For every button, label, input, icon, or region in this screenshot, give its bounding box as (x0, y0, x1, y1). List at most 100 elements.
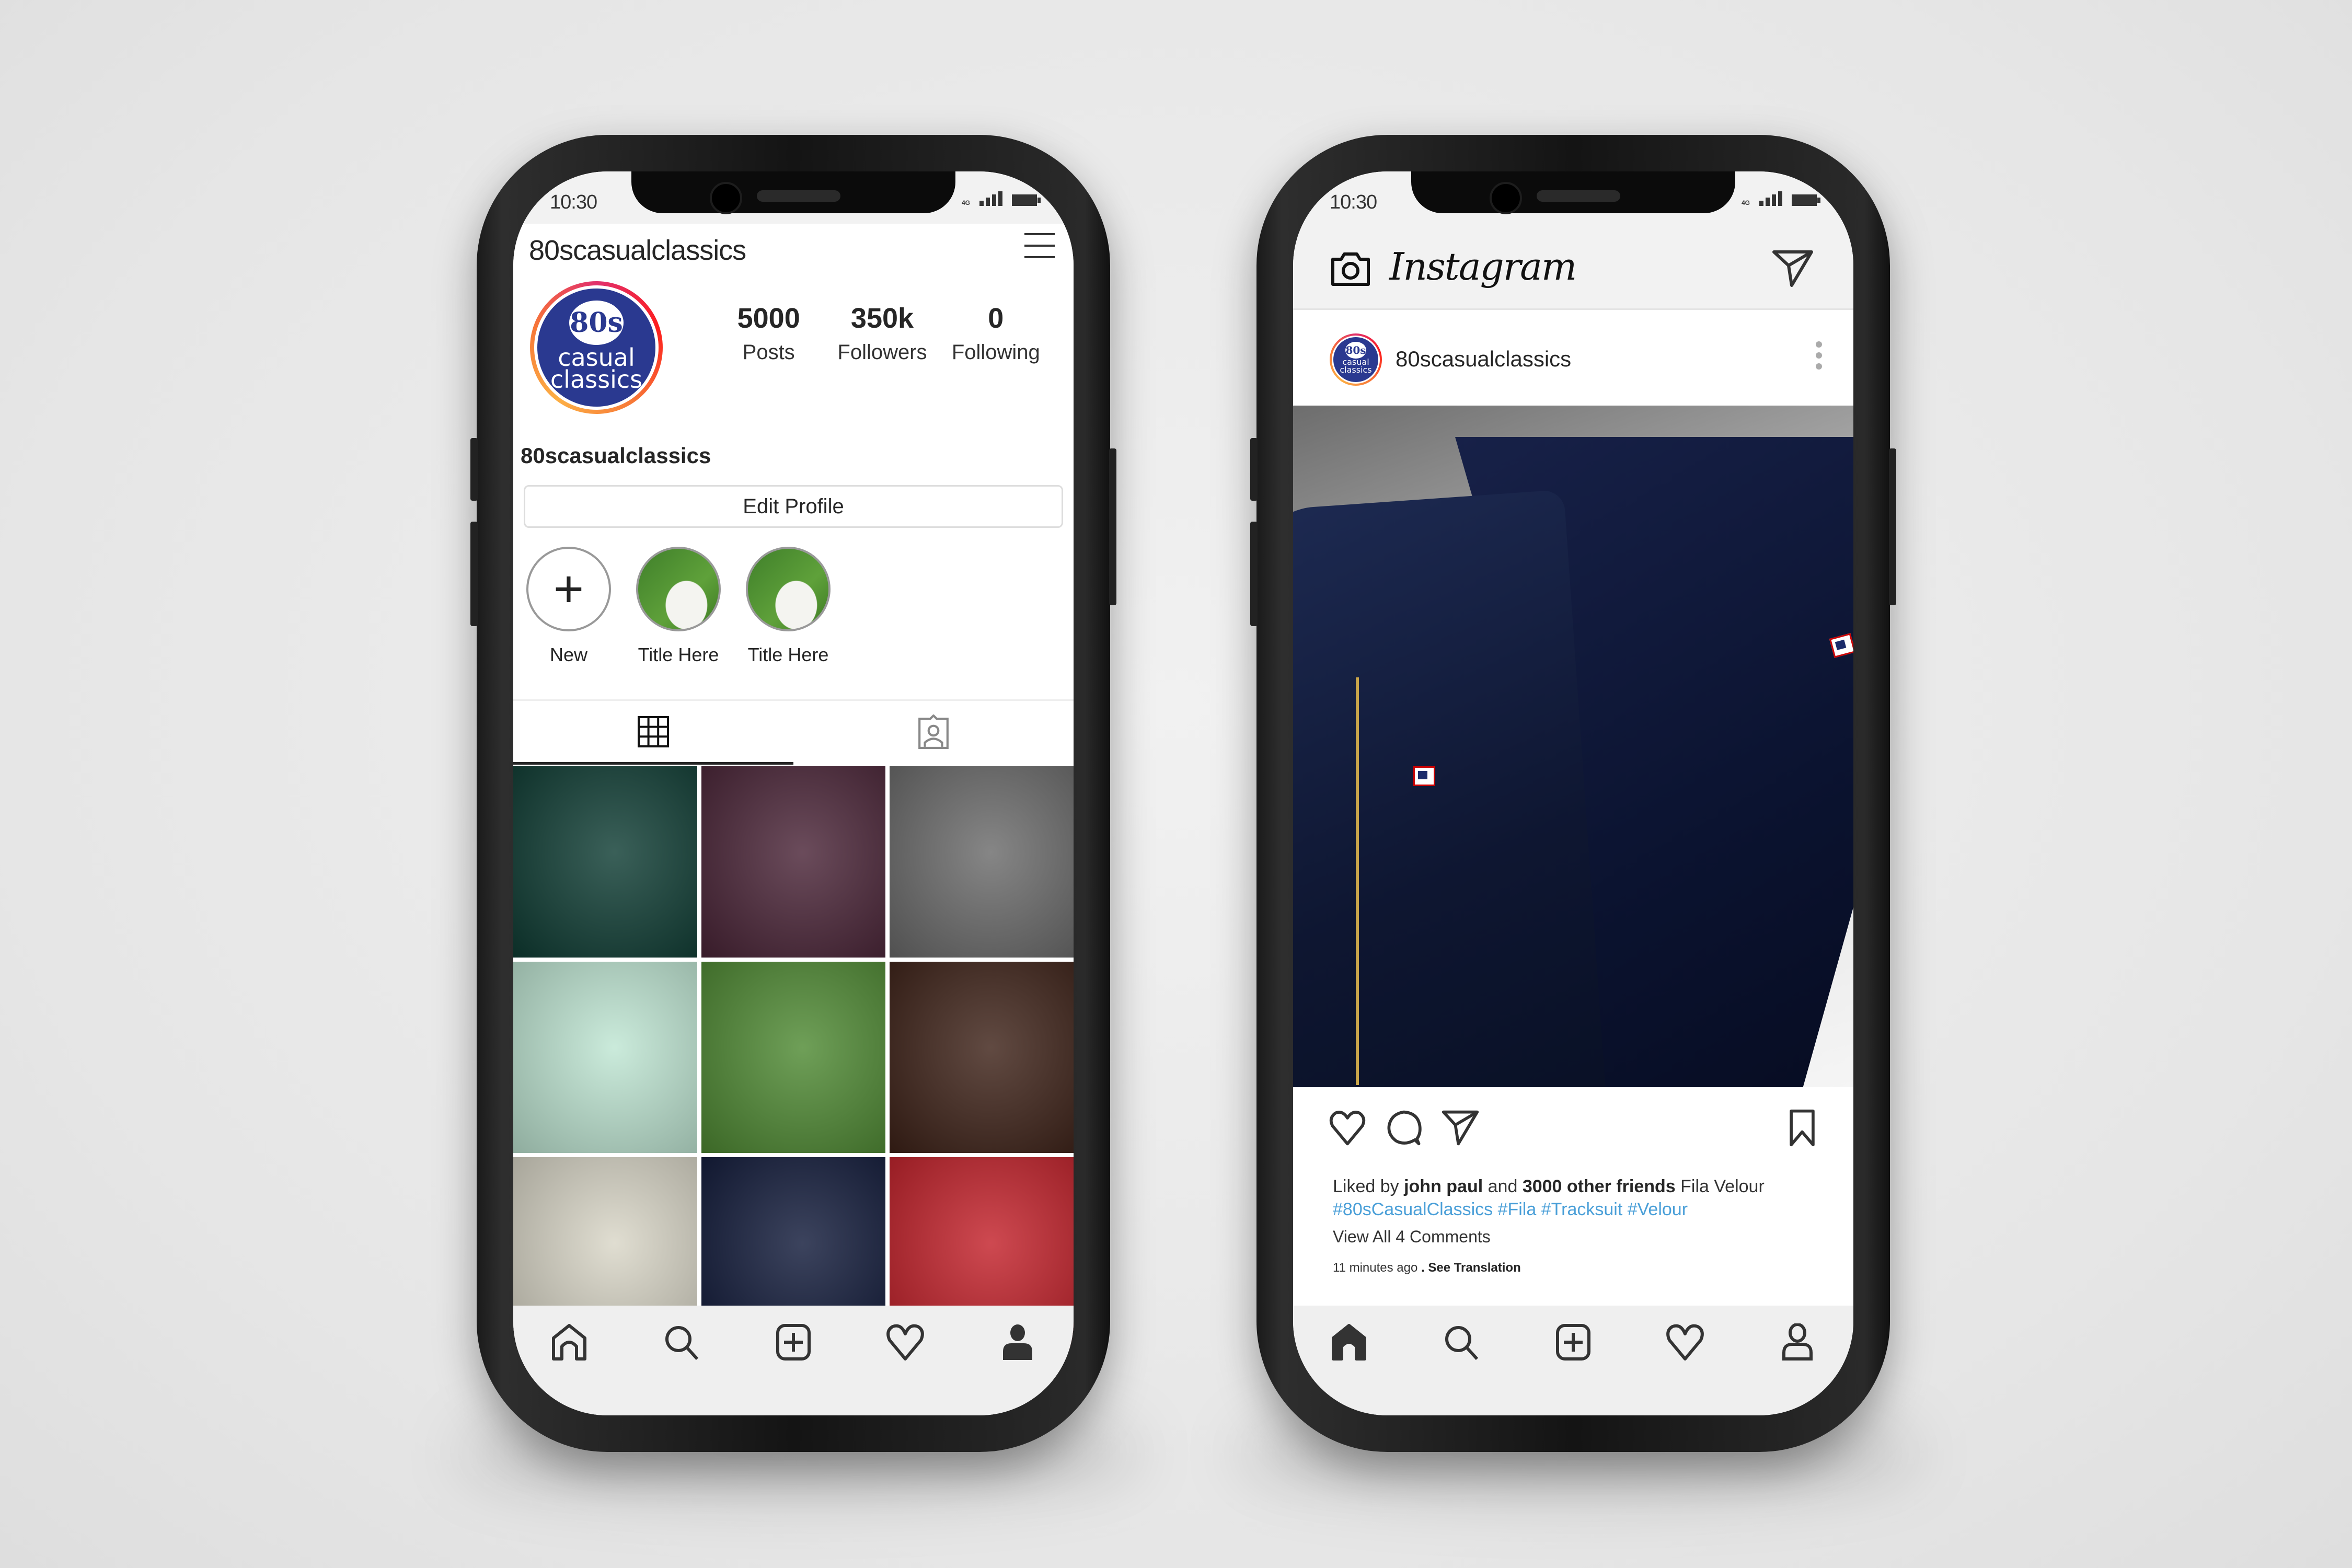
tracksuit-top (1293, 489, 1608, 1087)
speaker (757, 190, 840, 202)
phone-profile: 10:30 4G 80scasualclassics 80s casual cl… (470, 135, 1116, 1452)
share-icon[interactable] (1440, 1108, 1480, 1148)
liked-by-user[interactable]: john paul (1404, 1177, 1483, 1196)
zip (1356, 677, 1359, 1085)
highlight-item[interactable]: Title Here (740, 547, 836, 666)
followers-count: 350k (850, 303, 914, 334)
nav-home[interactable] (548, 1321, 590, 1363)
liked-by-middle: and (1483, 1177, 1523, 1196)
bottom-nav (1293, 1306, 1853, 1415)
nav-new-post[interactable] (773, 1321, 814, 1363)
status-time: 10:30 (1330, 191, 1377, 213)
network-type: 4G (961, 199, 970, 206)
time-ago: 11 minutes ago (1333, 1261, 1418, 1275)
brand-logo: 80s casual classics (1333, 337, 1378, 382)
instagram-header: Instagram (1293, 224, 1853, 310)
nav-profile[interactable] (1777, 1321, 1818, 1363)
post-header: 80s casual classics 80scasualclassics (1293, 310, 1853, 404)
fila-badge (1413, 766, 1435, 786)
nav-new-post[interactable] (1552, 1321, 1594, 1363)
logo-classics: classics (1340, 364, 1372, 375)
post-avatar[interactable]: 80s casual classics (1330, 333, 1382, 386)
side-button (1889, 448, 1896, 605)
status-icons: 4G (1741, 191, 1820, 206)
liked-by-prefix: Liked by (1333, 1177, 1404, 1196)
side-button (1250, 438, 1258, 501)
grid-photo[interactable] (701, 962, 885, 1153)
separator: . (1417, 1261, 1428, 1275)
likes-line: Liked by john paul and 3000 other friend… (1333, 1175, 1822, 1198)
highlight-new[interactable]: + New (521, 547, 617, 666)
bookmark-icon[interactable] (1782, 1108, 1822, 1148)
caption-text: Fila Velour (1675, 1177, 1765, 1196)
stat-following[interactable]: 0 Following (939, 302, 1053, 364)
signal-icon (1759, 191, 1782, 206)
liked-by-count[interactable]: 3000 other friends (1523, 1177, 1676, 1196)
stat-followers[interactable]: 350k Followers (825, 302, 939, 364)
side-button (470, 522, 478, 626)
grid-photo[interactable] (890, 766, 1074, 958)
side-button (1109, 448, 1116, 605)
profile-tabs (513, 699, 1074, 765)
display-name: 80scasualclassics (521, 443, 711, 468)
story-highlights: + New Title Here Title Here (521, 547, 836, 666)
notch (631, 171, 955, 214)
highlight-item[interactable]: Title Here (630, 547, 727, 666)
side-button (470, 438, 478, 501)
profile-icon (1002, 1324, 1032, 1360)
grid-photo[interactable] (890, 962, 1074, 1153)
highlight-label: Title Here (638, 644, 719, 665)
tab-grid[interactable] (513, 701, 793, 765)
nav-activity[interactable] (884, 1321, 926, 1363)
hashtags[interactable]: #80sCasualClassics #Fila #Tracksuit #Vel… (1333, 1198, 1822, 1221)
add-post-icon (1555, 1324, 1590, 1361)
front-camera (710, 182, 742, 214)
posts-count: 5000 (737, 303, 800, 334)
edit-profile-button[interactable]: Edit Profile (524, 485, 1063, 528)
comment-icon[interactable] (1385, 1108, 1425, 1148)
post-username[interactable]: 80scasualclassics (1396, 347, 1571, 372)
nav-home[interactable] (1328, 1321, 1370, 1363)
nav-search[interactable] (661, 1321, 702, 1363)
home-icon (1332, 1324, 1367, 1361)
hamburger-menu-icon[interactable] (1024, 233, 1055, 258)
instagram-logo: Instagram (1389, 245, 1577, 289)
nav-search[interactable] (1440, 1321, 1482, 1363)
tab-tagged[interactable] (793, 701, 1074, 762)
grid-photo[interactable] (513, 962, 697, 1153)
more-options-icon[interactable] (1816, 341, 1822, 370)
highlight-thumbnail (746, 547, 831, 631)
view-comments-link[interactable]: View All 4 Comments (1333, 1225, 1822, 1248)
followers-label: Followers (837, 341, 927, 364)
camera-icon[interactable] (1330, 250, 1371, 287)
brand-logo: 80s casual classics (537, 289, 655, 407)
profile-icon (1782, 1323, 1813, 1361)
highlight-label: Title Here (747, 644, 829, 665)
following-count: 0 (988, 303, 1004, 334)
post-time: 11 minutes ago . See Translation (1333, 1256, 1822, 1279)
grid-photo[interactable] (701, 766, 885, 958)
like-heart-icon[interactable] (1328, 1108, 1367, 1148)
nav-activity[interactable] (1664, 1321, 1706, 1363)
profile-stats: 5000 Posts 350k Followers 0 Following (712, 302, 1053, 364)
logo-80s: 80s (569, 300, 624, 345)
heart-icon (886, 1324, 925, 1361)
network-type: 4G (1741, 199, 1750, 206)
phone-feed: 10:30 4G Instagram 80s casual classics 8… (1250, 135, 1896, 1452)
logo-classics: classics (550, 365, 643, 394)
see-translation-link[interactable]: See Translation (1428, 1261, 1520, 1275)
stat-posts[interactable]: 5000 Posts (712, 302, 825, 364)
nav-profile[interactable] (997, 1321, 1039, 1363)
battery-icon (1012, 194, 1041, 206)
status-time: 10:30 (550, 191, 597, 213)
posts-label: Posts (742, 341, 795, 364)
grid-photo[interactable] (513, 766, 697, 958)
speaker (1537, 190, 1620, 202)
grid-icon (638, 716, 669, 747)
photo-grid (513, 766, 1074, 1348)
profile-avatar[interactable]: 80s casual classics (530, 281, 663, 414)
bottom-nav (513, 1306, 1074, 1415)
post-image[interactable] (1293, 406, 1853, 1087)
side-button (1250, 522, 1258, 626)
direct-message-icon[interactable] (1772, 249, 1814, 289)
